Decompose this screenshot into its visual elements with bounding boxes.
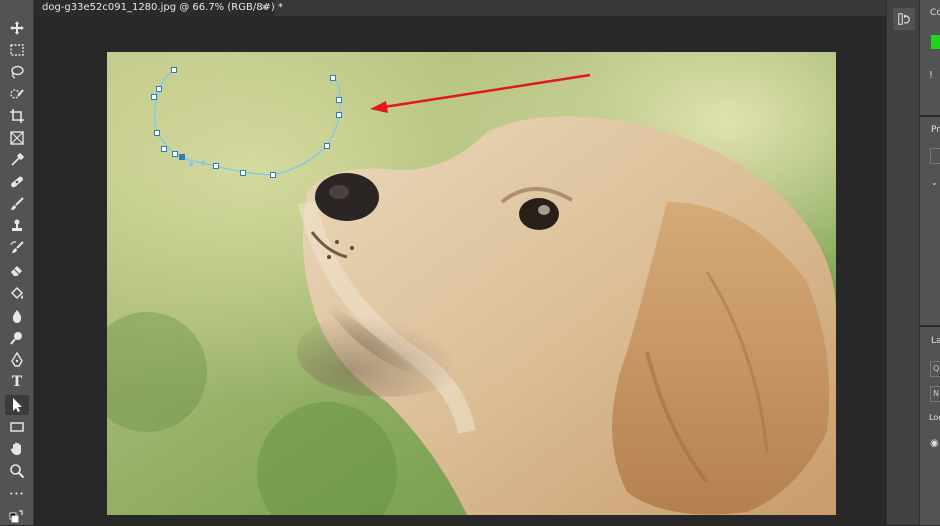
drop-icon [12, 310, 22, 323]
type-icon: T [11, 374, 23, 390]
history-icon[interactable] [893, 8, 915, 30]
rectangular-marquee-tool[interactable] [5, 40, 29, 60]
panel-divider [920, 115, 940, 117]
clone-stamp-tool[interactable] [5, 216, 29, 236]
crop-tool[interactable] [5, 106, 29, 126]
rectangle-tool[interactable] [5, 417, 29, 437]
dog-photo[interactable] [107, 52, 836, 515]
marquee-icon [10, 44, 24, 56]
document-tab[interactable]: dog-g33e52c091_1280.jpg @ 66.7% (RGB/8#)… [34, 0, 283, 16]
swap-colors-icon [9, 510, 23, 523]
ellipsis-icon: ••• [9, 489, 25, 498]
rectangle-icon [10, 422, 24, 432]
foreground-color-swatch[interactable] [931, 35, 940, 49]
lasso-icon [11, 65, 24, 79]
more-tools[interactable]: ••• [5, 484, 29, 504]
properties-control[interactable] [930, 148, 940, 164]
type-tool[interactable]: T [5, 372, 29, 392]
dodge-tool[interactable] [5, 328, 29, 348]
brush-tool[interactable] [5, 194, 29, 214]
bucket-icon [10, 286, 24, 300]
hand-tool[interactable] [5, 439, 29, 459]
close-tab-icon[interactable]: × [260, 0, 268, 16]
color-swap[interactable] [5, 506, 29, 526]
layers-filter-field[interactable]: Q [930, 361, 940, 377]
document-tab-bar: dog-g33e52c091_1280.jpg @ 66.7% (RGB/8#)… [34, 0, 886, 16]
brush-icon [11, 197, 24, 210]
dog-photo-image [107, 52, 836, 515]
move-icon [10, 21, 24, 35]
magnifier-icon [10, 464, 25, 479]
paint-bucket-tool[interactable] [5, 284, 29, 304]
frame-tool[interactable] [5, 128, 29, 148]
tools-panel: T ••• [0, 0, 34, 525]
collapsed-panel-strip [886, 0, 920, 525]
quick-selection-tool[interactable] [5, 84, 29, 104]
eyedropper-icon [11, 152, 25, 166]
move-tool[interactable] [5, 18, 29, 38]
zoom-tool[interactable] [5, 461, 29, 481]
lasso-tool[interactable] [5, 62, 29, 82]
layer-visibility-eye-icon[interactable]: ◉ [930, 438, 939, 449]
healing-brush-tool[interactable] [5, 172, 29, 192]
history-brush-tool[interactable] [5, 238, 29, 258]
color-panel-label[interactable]: Co [930, 8, 940, 18]
properties-chevron-icon[interactable]: ⌄ [931, 178, 938, 187]
history-brush-icon [10, 241, 24, 253]
bandage-icon [11, 176, 23, 188]
arrow-pointer-icon [13, 398, 22, 412]
frame-icon [10, 131, 24, 145]
stamp-icon [12, 219, 22, 231]
crop-icon [10, 109, 24, 123]
eraser-icon [11, 266, 22, 276]
eyedropper-tool[interactable] [5, 150, 29, 170]
properties-panel-label[interactable]: Pr [931, 125, 940, 135]
layers-panel-label[interactable]: La [931, 336, 940, 346]
hand-icon [10, 442, 21, 455]
layers-lock-label: Loc [929, 413, 940, 422]
pen-tool[interactable] [5, 350, 29, 370]
layers-blend-mode[interactable]: N [930, 386, 940, 402]
dodge-icon [10, 332, 22, 345]
quick-selection-icon [10, 89, 24, 99]
blur-tool[interactable] [5, 306, 29, 326]
eraser-tool[interactable] [5, 260, 29, 280]
path-selection-tool[interactable] [5, 395, 29, 415]
document-tab-title: dog-g33e52c091_1280.jpg @ 66.7% (RGB/8#)… [42, 2, 284, 13]
panel-divider [920, 325, 940, 327]
warning-icon: ! [929, 70, 934, 81]
pen-icon [11, 352, 23, 367]
